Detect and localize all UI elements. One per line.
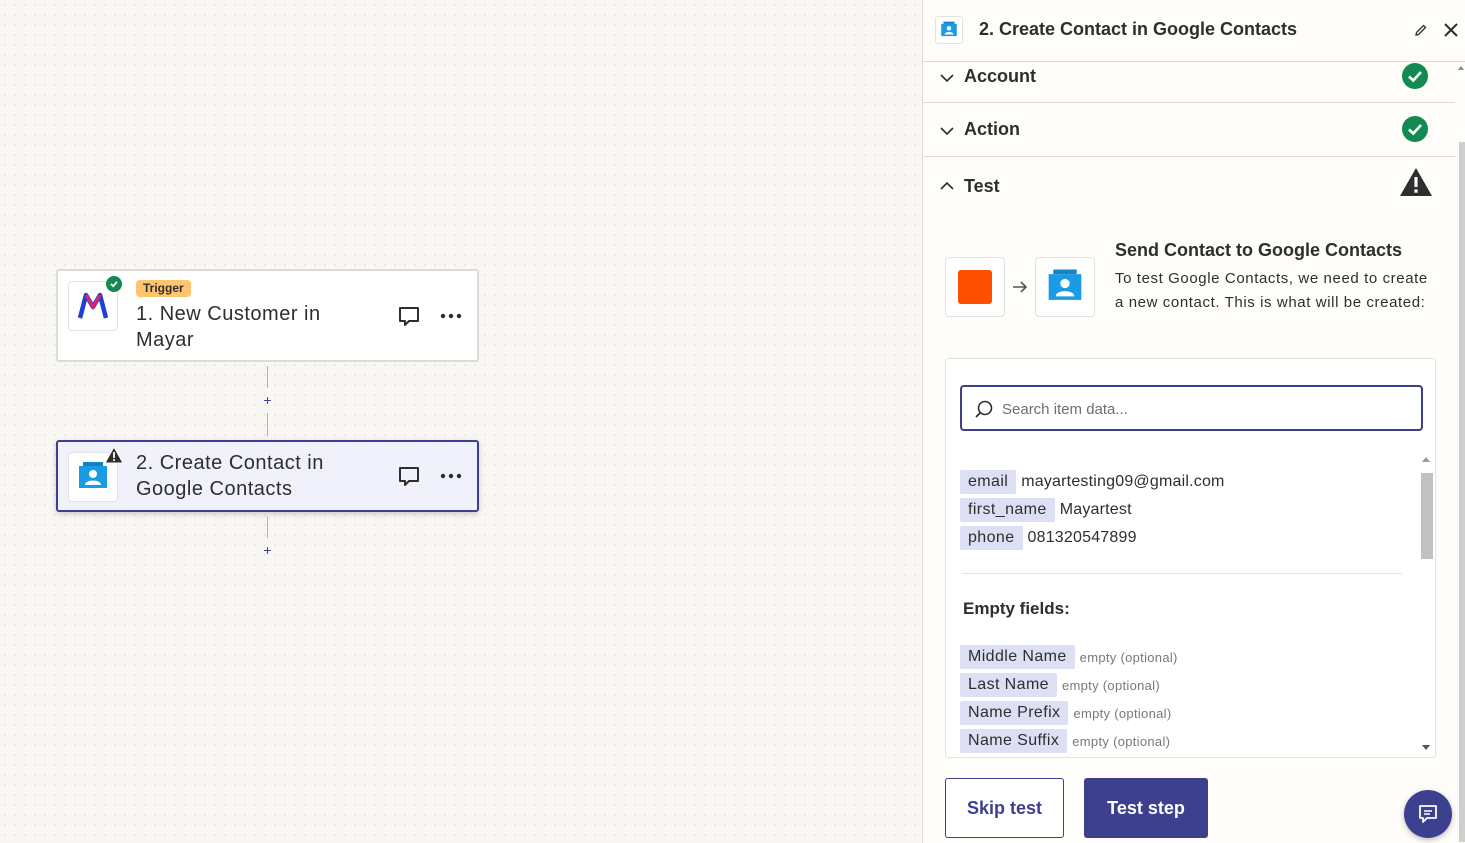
empty-field-row: Name Prefix empty (optional) (960, 701, 1171, 725)
trigger-tag: Trigger (136, 280, 191, 297)
field-key: first_name (960, 498, 1055, 522)
test-description: To test Google Contacts, we need to crea… (1115, 270, 1428, 311)
empty-field-row: Name Suffix empty (optional) (960, 729, 1170, 753)
help-chat-button[interactable] (1404, 790, 1452, 838)
panel-header: 2. Create Contact in Google Contacts (923, 0, 1465, 62)
field-key: email (960, 470, 1017, 494)
comment-button[interactable] (396, 463, 422, 489)
empty-field-row: Last Name empty (optional) (960, 673, 1160, 697)
check-circle-icon (1402, 63, 1428, 89)
field-key: Last Name (960, 673, 1057, 697)
more-options-button[interactable] (438, 303, 464, 329)
connector-line (267, 413, 268, 436)
data-box-scrollbar[interactable] (1419, 455, 1433, 755)
section-test[interactable]: Test (923, 157, 1455, 215)
more-options-button[interactable] (438, 463, 464, 489)
action-step-title: 2. Create Contact in Google Contacts (136, 452, 324, 500)
chevron-down-icon (940, 74, 954, 83)
field-value: mayartesting09@gmail.com (1021, 473, 1225, 490)
connector-line (267, 366, 268, 388)
section-test-label: Test (964, 176, 1000, 196)
scroll-up-icon[interactable] (1422, 457, 1430, 462)
comment-icon (399, 467, 419, 486)
field-key: phone (960, 526, 1023, 550)
section-action-label: Action (964, 119, 1020, 139)
more-icon (440, 473, 462, 479)
warning-badge-icon (104, 446, 124, 464)
panel-scrollbar[interactable] (1456, 62, 1465, 843)
search-box[interactable] (960, 385, 1423, 431)
divider (962, 573, 1402, 574)
field-key: Name Prefix (960, 701, 1069, 725)
comment-button[interactable] (396, 303, 422, 329)
section-account-label: Account (964, 66, 1036, 86)
google-contacts-icon (79, 462, 107, 488)
chevron-down-icon (940, 127, 954, 136)
skip-test-button[interactable]: Skip test (945, 778, 1064, 838)
data-field-row: phone 081320547899 (960, 526, 1137, 550)
close-icon[interactable] (1442, 21, 1460, 39)
empty-fields-heading: Empty fields: (963, 599, 1070, 618)
test-heading: Send Contact to Google Contacts (1115, 240, 1403, 260)
field-empty-value: empty (optional) (1061, 677, 1160, 693)
data-field-row: first_name Mayartest (960, 498, 1132, 522)
field-key: Middle Name (960, 645, 1075, 669)
chat-icon (1419, 805, 1437, 823)
section-action[interactable]: Action (923, 103, 1455, 157)
field-value: Mayartest (1059, 501, 1132, 518)
field-empty-value: empty (optional) (1072, 733, 1171, 749)
trigger-step-card[interactable]: Trigger 1. New Customer in Mayar (56, 269, 479, 362)
scroll-up-icon[interactable] (1458, 66, 1464, 70)
field-empty-value: empty (optional) (1079, 649, 1178, 665)
section-account[interactable]: Account (923, 62, 1455, 103)
field-value: 081320547899 (1027, 529, 1137, 546)
more-icon (440, 313, 462, 319)
add-step-button[interactable]: + (261, 543, 274, 557)
empty-field-row: Middle Name empty (optional) (960, 645, 1178, 669)
scroll-thumb[interactable] (1421, 473, 1433, 559)
scroll-thumb[interactable] (1459, 142, 1465, 842)
trigger-step-title: 1. New Customer in Mayar (136, 303, 321, 351)
source-app-icon (958, 270, 992, 304)
panel-title[interactable]: 2. Create Contact in Google Contacts (979, 19, 1297, 40)
action-step-card[interactable]: 2. Create Contact in Google Contacts (56, 440, 479, 512)
edit-pencil-icon[interactable] (1413, 22, 1429, 38)
arrow-right-icon (1013, 281, 1028, 293)
source-app-tile (945, 257, 1005, 317)
step-editor-panel: 2. Create Contact in Google Contacts Acc… (922, 0, 1465, 843)
warning-icon (1400, 168, 1432, 196)
zap-canvas[interactable]: Trigger 1. New Customer in Mayar + 2. Cr… (0, 0, 922, 843)
search-icon (975, 400, 993, 418)
chevron-up-icon (940, 181, 954, 190)
check-badge-icon (106, 276, 122, 292)
comment-icon (399, 307, 419, 326)
search-input[interactable] (1002, 397, 1402, 421)
google-contacts-icon (1048, 269, 1082, 300)
test-data-box: email mayartesting09@gmail.com first_nam… (945, 358, 1436, 758)
google-contacts-app-tile (1035, 257, 1095, 317)
add-step-button[interactable]: + (261, 393, 274, 407)
scroll-down-icon[interactable] (1422, 745, 1430, 750)
test-step-button[interactable]: Test step (1084, 778, 1208, 838)
field-key: Name Suffix (960, 729, 1068, 753)
field-empty-value: empty (optional) (1073, 705, 1172, 721)
check-circle-icon (1402, 116, 1428, 142)
google-contacts-icon (941, 21, 957, 37)
mayar-logo-icon (77, 292, 109, 319)
data-field-row: email mayartesting09@gmail.com (960, 470, 1225, 494)
google-contacts-app-tile (935, 16, 963, 44)
connector-line (267, 516, 268, 538)
